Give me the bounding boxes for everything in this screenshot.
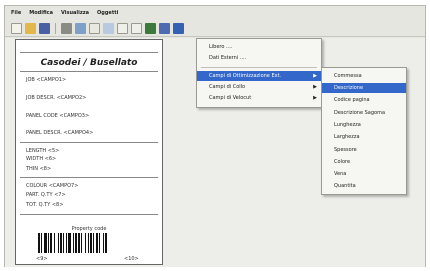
barcode-left-field: <9> [36,256,48,262]
label-line: THIN <8> [26,166,52,172]
menu-item-campi-velocut[interactable]: Campi di Velocut ▶ [197,93,321,103]
label-preview[interactable]: Casodei / Busellato JOB <CAMPO1> JOB DES… [15,39,163,265]
menubar: File Modifica Visualizza Oggetti [5,6,425,19]
text-icon[interactable] [89,22,100,34]
menu-item-label: Campi di Velocut [209,95,252,101]
table-icon[interactable] [173,22,184,34]
label-line: COLOUR <CAMPO7> [26,183,79,189]
menu-visualizza[interactable]: Visualizza [61,10,89,16]
label-line: PANEL DESCR. <CAMPO4> [26,130,94,136]
submenu-item-descrizione-sagoma[interactable]: Descrizione Sagoma [322,108,406,118]
barcode-icon[interactable] [145,22,156,34]
menu-item-campi-collo[interactable]: Campi di Collo ▶ [197,82,321,92]
toolbar [5,20,425,37]
rect-icon[interactable] [131,22,142,34]
image-icon[interactable] [103,22,114,34]
toolbar-divider [55,22,56,34]
submenu-item-colore[interactable]: Colore [322,157,406,167]
label-title: Casodei / Busellato [40,58,138,68]
divider [20,214,158,215]
menu-item-campi-ottimizzazione[interactable]: Campi di Ottimizzazione Ext. ▶ [197,71,321,81]
submenu-item-spessore[interactable]: Spessore [322,145,406,155]
label-line: LENGTH <5> [26,148,60,154]
fields-submenu: Commessa Descrizione Codice pagina Descr… [321,67,407,195]
label-line: JOB DESCR. <CAMPO2> [26,95,87,101]
submenu-item-lunghezza[interactable]: Lunghezza [322,120,406,130]
divider [20,177,158,178]
menu-oggetti[interactable]: Oggetti [97,10,118,16]
barcode-caption: Property code [71,226,107,232]
menu-separator [201,67,317,68]
field-icon[interactable] [159,22,170,34]
save-icon[interactable] [39,22,50,34]
submenu-arrow-icon: ▶ [313,95,317,101]
menu-item-label: Campi di Collo [209,84,246,90]
submenu-arrow-icon: ▶ [313,84,317,90]
menu-item-libero[interactable]: Libero .... [197,42,321,52]
submenu-arrow-icon: ▶ [313,73,317,79]
objects-menu: Libero .... Dati Esterni .... Campi di O… [196,38,322,108]
divider [20,142,158,143]
menu-item-label: Campi di Ottimizzazione Ext. [209,73,282,79]
label-line: WIDTH <6> [26,156,57,162]
barcode-right-field: <10> [124,256,139,262]
preview-icon[interactable] [75,22,86,34]
print-icon[interactable] [61,22,72,34]
submenu-item-vena[interactable]: Vena [322,169,406,179]
label-line: TOT. Q.TY <8> [26,202,64,208]
open-icon[interactable] [25,22,36,34]
label-line: PART. Q.TY <7> [26,192,66,198]
submenu-item-quantita[interactable]: Quantita [322,181,406,191]
new-icon[interactable] [11,22,22,34]
menu-file[interactable]: File [11,10,21,16]
label-line: PANEL CODE <CAMPO3> [26,113,90,119]
menu-modifica[interactable]: Modifica [29,10,53,16]
divider [20,52,158,53]
barcode-image [38,233,142,253]
menu-item-dati-esterni[interactable]: Dati Esterni .... [197,53,321,63]
line-icon[interactable] [117,22,128,34]
submenu-item-codice-pagina[interactable]: Codice pagina [322,95,406,105]
submenu-item-descrizione[interactable]: Descrizione [322,83,406,93]
divider [20,71,158,72]
label-line: JOB <CAMPO1> [26,77,67,83]
submenu-item-commessa[interactable]: Commessa [322,71,406,81]
submenu-item-larghezza[interactable]: Larghezza [322,132,406,142]
